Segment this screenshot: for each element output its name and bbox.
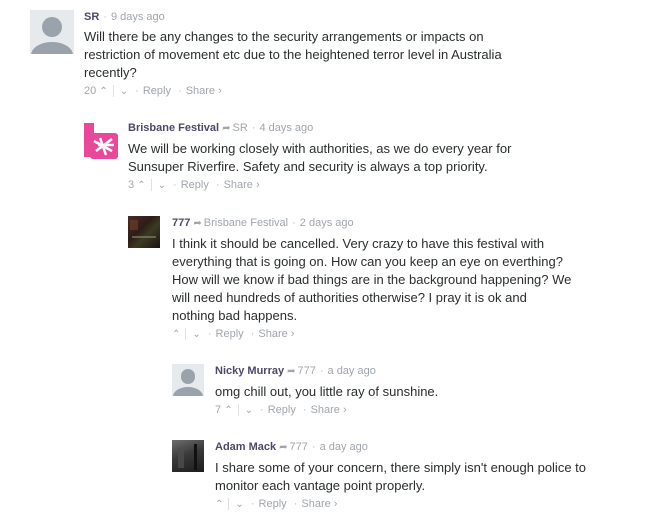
reply-arrow-icon: ➦ [279, 442, 288, 453]
comment-author[interactable]: Nicky Murray [215, 365, 284, 377]
comment-author[interactable]: 777 [172, 217, 190, 229]
parent-author[interactable]: SR [232, 122, 247, 134]
share-button[interactable]: Share › [224, 179, 260, 191]
downvote-icon[interactable]: ⌄ [120, 86, 128, 97]
comment-text: I think it should be cancelled. Very cra… [172, 236, 572, 323]
separator-dot: · [103, 11, 107, 23]
vote-count: 20 [84, 85, 97, 97]
vote-count: 3 [128, 179, 135, 191]
share-button[interactable]: Share › [186, 85, 222, 97]
downvote-icon[interactable]: ⌄ [245, 405, 253, 416]
comment-author[interactable]: SR [84, 11, 99, 23]
reply-button[interactable]: Reply [216, 328, 244, 340]
share-button[interactable]: Share › [258, 328, 294, 340]
comment: SR · 9 days ago Will there be any changes … [30, 10, 502, 98]
reply-arrow-icon: ➦ [287, 366, 296, 377]
comment-author[interactable]: Adam Mack [215, 441, 276, 453]
reply-button[interactable]: Reply [143, 85, 171, 97]
downvote-icon[interactable]: ⌄ [192, 329, 200, 340]
reply-button[interactable]: Reply [181, 179, 209, 191]
upvote-icon[interactable]: ⌃ [99, 86, 107, 97]
comment-time[interactable]: 4 days ago [259, 122, 313, 134]
reply-arrow-icon: ➦ [222, 123, 231, 134]
reply-button[interactable]: Reply [268, 404, 296, 416]
comment-actions: 3 ⌃ ⌄ · Reply · Share › [128, 179, 260, 192]
comment-actions: 20 ⌃ ⌄ · Reply · Share › [84, 85, 222, 98]
comment-text: Will there be any changes to the securit… [84, 29, 502, 80]
comment-text: I share some of your concern, there simp… [215, 460, 587, 493]
divider [112, 85, 114, 98]
default-user-icon [41, 17, 63, 38]
parent-author[interactable]: Brisbane Festival [204, 217, 288, 229]
divider [185, 328, 187, 341]
vote-count: 7 [215, 404, 222, 416]
reply-arrow-icon: ➦ [193, 218, 202, 229]
comment-time[interactable]: a day ago [320, 441, 368, 453]
upvote-icon[interactable]: ⌃ [137, 180, 145, 191]
brisbane-festival-logo-icon[interactable] [80, 121, 120, 161]
share-button[interactable]: Share › [311, 404, 347, 416]
avatar[interactable] [30, 10, 74, 54]
comment-actions: 7 ⌃ ⌄ · Reply · Share › [215, 404, 347, 417]
divider [237, 404, 239, 417]
divider [228, 498, 230, 511]
comment: Nicky Murray ➦ 777 · a day ago omg chill out… [172, 364, 438, 417]
share-button[interactable]: Share › [301, 498, 337, 510]
comment-actions: ⌃ ⌄ · Reply · Share › [215, 498, 338, 511]
parent-author[interactable]: 777 [290, 441, 308, 453]
comment-text: omg chill out, you little ray of sunshin… [215, 384, 439, 399]
avatar[interactable] [128, 216, 160, 248]
comment-actions: ⌃ ⌄ · Reply · Share › [172, 328, 295, 341]
upvote-icon[interactable]: ⌃ [215, 499, 223, 510]
default-user-icon [180, 369, 196, 384]
reply-button[interactable]: Reply [259, 498, 287, 510]
comment-time[interactable]: a day ago [328, 365, 376, 377]
upvote-icon[interactable]: ⌃ [224, 405, 232, 416]
avatar[interactable] [172, 364, 204, 396]
comment-time[interactable]: 9 days ago [111, 11, 165, 23]
parent-author[interactable]: 777 [297, 365, 315, 377]
upvote-icon[interactable]: ⌃ [172, 329, 180, 340]
comment-time[interactable]: 2 days ago [300, 217, 354, 229]
comment-text: We will be working closely with authorit… [128, 141, 512, 174]
downvote-icon[interactable]: ⌄ [158, 180, 166, 191]
downvote-icon[interactable]: ⌄ [235, 499, 243, 510]
divider [150, 179, 152, 192]
avatar[interactable] [172, 440, 204, 472]
comment-author[interactable]: Brisbane Festival [128, 122, 219, 134]
